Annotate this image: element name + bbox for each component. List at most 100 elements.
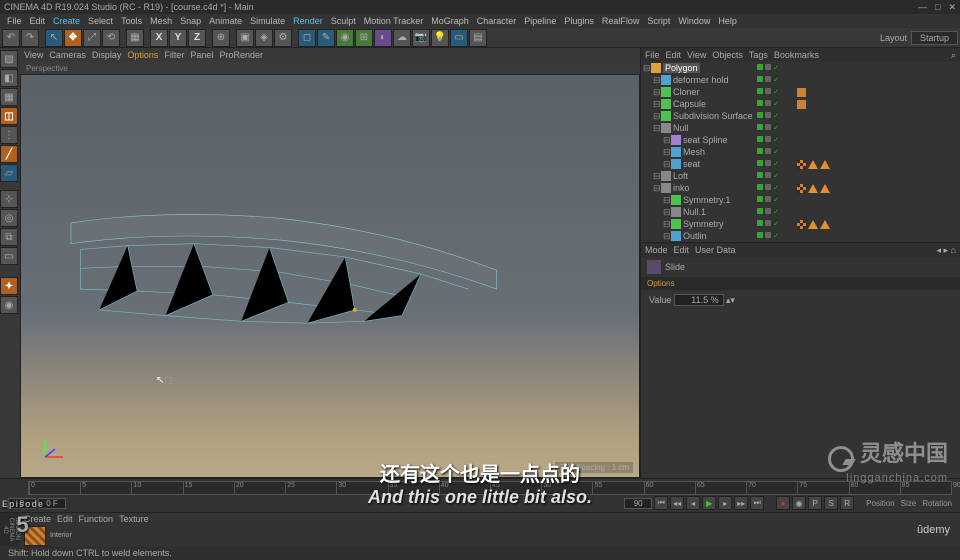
menu-plugins[interactable]: Plugins [561, 16, 597, 26]
menu-animate[interactable]: Animate [206, 16, 245, 26]
om-item[interactable]: ⊟Symmetry✓ [641, 218, 960, 230]
value-field[interactable]: 11.5 % [674, 294, 724, 306]
deformer[interactable]: ◐ [374, 29, 392, 47]
move-tool[interactable]: ✥ [64, 29, 82, 47]
attr-nav-icon[interactable]: ◂ ▸ ⌂ [937, 245, 956, 256]
polygon-mode[interactable]: ▱ [0, 164, 18, 182]
mat-menu-function[interactable]: Function [79, 514, 114, 524]
close-button[interactable]: ✕ [948, 2, 956, 13]
prev-frame[interactable]: ◂ [686, 496, 700, 510]
om-item[interactable]: ⊟Outlin✓ [641, 230, 960, 242]
menu-character[interactable]: Character [474, 16, 520, 26]
viewport[interactable]: ↖⬚ Grid Spacing : 1 cm [20, 74, 640, 478]
menu-pipeline[interactable]: Pipeline [521, 16, 559, 26]
render-pv[interactable]: ◈ [255, 29, 273, 47]
camera[interactable]: 📷 [412, 29, 430, 47]
light[interactable]: 💡 [431, 29, 449, 47]
timeline-ruler[interactable]: 051015202530354045505560657075808590 [28, 481, 952, 495]
make-editable[interactable]: ▨ [0, 50, 18, 68]
om-item[interactable]: ⊟seat Spline✓ [641, 134, 960, 146]
coord-rotation[interactable]: Rotation [922, 499, 952, 508]
om-item[interactable]: ⊟Polygon✓ [641, 62, 960, 74]
point-mode[interactable]: ⋮ [0, 126, 18, 144]
key-scale[interactable]: S [824, 496, 838, 510]
vp-menu-display[interactable]: Display [92, 50, 122, 60]
viewport-solo[interactable]: ◎ [0, 209, 18, 227]
key-pos[interactable]: P [808, 496, 822, 510]
menu-mograph[interactable]: MoGraph [428, 16, 472, 26]
nurbs-gen[interactable]: ◉ [336, 29, 354, 47]
menu-tools[interactable]: Tools [118, 16, 145, 26]
goto-start[interactable]: ⏮ [654, 496, 668, 510]
vp-menu-view[interactable]: View [24, 50, 43, 60]
attribute-tabs[interactable]: Options [641, 277, 960, 290]
y-axis-lock[interactable]: Y [169, 29, 187, 47]
om-item[interactable]: ⊟Null✓ [641, 122, 960, 134]
mat-menu-edit[interactable]: Edit [57, 514, 73, 524]
menu-create[interactable]: Create [50, 16, 83, 26]
redo-button[interactable]: ↷ [21, 29, 39, 47]
menu-snap[interactable]: Snap [177, 16, 204, 26]
last-tool[interactable]: ▦ [126, 29, 144, 47]
scale-tool[interactable]: ⤢ [83, 29, 101, 47]
coord-size[interactable]: Size [901, 499, 917, 508]
tl-end[interactable]: 90 [624, 498, 652, 509]
attr-menu-user-data[interactable]: User Data [695, 245, 736, 255]
axis-toggle[interactable]: ⊹ [0, 190, 18, 208]
x-axis-lock[interactable]: X [150, 29, 168, 47]
om-item[interactable]: ⊟deformer hold✓ [641, 74, 960, 86]
tweak-mode[interactable]: ✦ [0, 277, 18, 295]
menu-select[interactable]: Select [85, 16, 116, 26]
snap-toggle[interactable]: ⧉ [0, 228, 18, 246]
model-mode[interactable]: ◧ [0, 69, 18, 87]
menu-edit[interactable]: Edit [27, 16, 49, 26]
attr-menu-mode[interactable]: Mode [645, 245, 668, 255]
vp-menu-options[interactable]: Options [127, 50, 158, 60]
om-menu-bookmarks[interactable]: Bookmarks [774, 50, 819, 60]
om-menu-view[interactable]: View [687, 50, 706, 60]
record-key[interactable]: ● [776, 496, 790, 510]
om-item[interactable]: ⊟Capsule✓ [641, 98, 960, 110]
cube-primitive[interactable]: ◻ [298, 29, 316, 47]
om-item[interactable]: ⊟Cloner✓ [641, 86, 960, 98]
om-item[interactable]: ⊟inko✓ [641, 182, 960, 194]
menu-window[interactable]: Window [675, 16, 713, 26]
autokey[interactable]: ◉ [792, 496, 806, 510]
select-tool[interactable]: ↖ [45, 29, 63, 47]
spline-pen[interactable]: ✎ [317, 29, 335, 47]
render-settings[interactable]: ⚙ [274, 29, 292, 47]
environment[interactable]: ☁ [393, 29, 411, 47]
om-menu-edit[interactable]: Edit [666, 50, 682, 60]
menu-realflow[interactable]: RealFlow [599, 16, 643, 26]
next-frame[interactable]: ▸ [718, 496, 732, 510]
uv-mode[interactable]: ◫ [0, 107, 18, 125]
z-axis-lock[interactable]: Z [188, 29, 206, 47]
stepper-icon[interactable]: ▴▾ [726, 295, 735, 305]
object-manager[interactable]: ⊟Polygon✓⊟deformer hold✓⊟Cloner✓⊟Capsule… [641, 62, 960, 242]
coord-sys[interactable]: ⊕ [212, 29, 230, 47]
minimize-button[interactable]: — [918, 2, 927, 13]
menu-script[interactable]: Script [644, 16, 673, 26]
array-gen[interactable]: ⊞ [355, 29, 373, 47]
maximize-button[interactable]: □ [935, 2, 940, 13]
vp-menu-prorender[interactable]: ProRender [219, 50, 263, 60]
key-rot[interactable]: R [840, 496, 854, 510]
mat-menu-texture[interactable]: Texture [119, 514, 149, 524]
menu-mesh[interactable]: Mesh [147, 16, 175, 26]
rotate-tool[interactable]: ⟲ [102, 29, 120, 47]
menu-render[interactable]: Render [290, 16, 326, 26]
texture-mode[interactable]: ▦ [0, 88, 18, 106]
om-menu-objects[interactable]: Objects [712, 50, 743, 60]
menu-sculpt[interactable]: Sculpt [328, 16, 359, 26]
coord-position[interactable]: Position [866, 499, 894, 508]
layout-dropdown[interactable]: Startup [911, 31, 958, 45]
om-item[interactable]: ⊟Loft✓ [641, 170, 960, 182]
prev-key[interactable]: ◂◂ [670, 496, 684, 510]
om-search-icon[interactable]: ⌕ [951, 50, 956, 61]
vp-menu-panel[interactable]: Panel [190, 50, 213, 60]
goto-end[interactable]: ⏭ [750, 496, 764, 510]
om-item[interactable]: ⊟Subdivision Surface✓ [641, 110, 960, 122]
menu-simulate[interactable]: Simulate [247, 16, 288, 26]
vp-menu-cameras[interactable]: Cameras [49, 50, 86, 60]
undo-button[interactable]: ↶ [2, 29, 20, 47]
